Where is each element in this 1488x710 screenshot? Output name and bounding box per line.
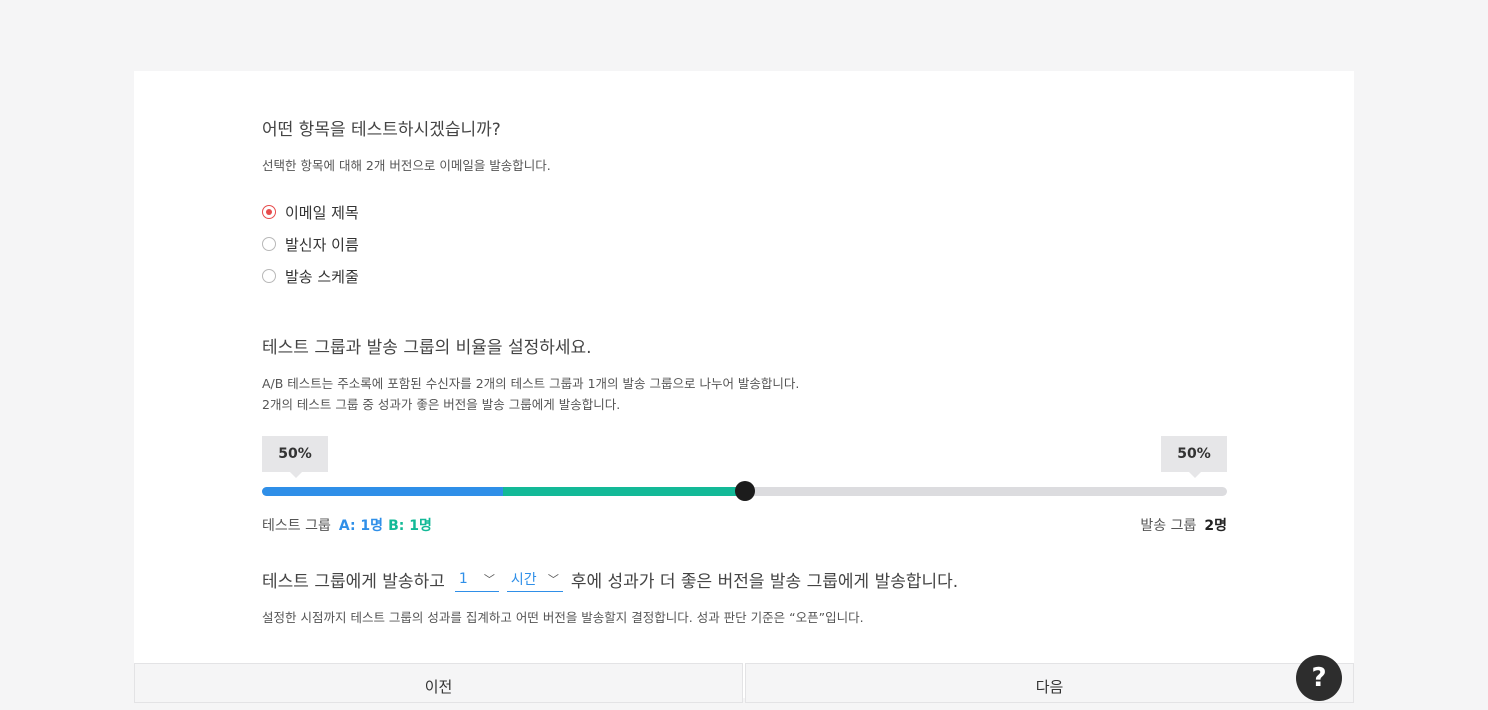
duration-unit-select[interactable]: 시간 ﹀ <box>506 567 563 592</box>
radio-option-email-subject[interactable]: 이메일 제목 <box>262 202 359 222</box>
test-percent-badge: 50% <box>262 436 328 478</box>
next-button[interactable]: 다음 <box>745 663 1354 703</box>
test-group-a-count: A: 1명 <box>338 518 384 534</box>
radio-option-send-schedule[interactable]: 발송 스케줄 <box>262 266 359 286</box>
help-button[interactable]: ? <box>1296 655 1342 701</box>
chevron-down-icon: ﹀ <box>547 573 559 586</box>
ratio-question: 테스트 그룹과 발송 그룹의 비율을 설정하세요. <box>262 338 592 358</box>
duration-unit-value: 시간 <box>510 572 537 588</box>
radio-label: 이메일 제목 <box>285 203 359 222</box>
duration-amount-value: 1 <box>458 571 468 587</box>
schedule-note: 설정한 시점까지 테스트 그룹의 성과를 집계하고 어떤 버전을 발송할지 결정… <box>262 610 864 625</box>
test-group-b-count: B: 1명 <box>388 518 432 534</box>
ratio-description-line2: 2개의 테스트 그룹 중 성과가 좋은 버전을 발송 그룹에게 발송합니다. <box>262 397 621 412</box>
send-group-summary: 발송 그룹 2명 <box>1140 515 1227 535</box>
send-group-count: 2명 <box>1204 518 1227 534</box>
radio-option-sender-name[interactable]: 발신자 이름 <box>262 234 359 254</box>
test-group-label: 테스트 그룹 <box>262 518 331 534</box>
radio-button[interactable] <box>262 269 276 283</box>
ratio-description-line1: A/B 테스트는 주소록에 포함된 수신자를 2개의 테스트 그룹과 1개의 발… <box>262 376 800 391</box>
chevron-down-icon: ﹀ <box>483 573 495 586</box>
schedule-prefix: 테스트 그룹에게 발송하고 <box>262 572 445 592</box>
send-percent-badge: 50% <box>1161 436 1227 478</box>
group-b-fill <box>503 487 745 496</box>
send-schedule-sentence: 테스트 그룹에게 발송하고 1 ﹀ 시간 ﹀ 후에 성과가 더 좋은 버전을 발… <box>262 567 958 592</box>
group-a-fill <box>262 487 504 496</box>
radio-button[interactable] <box>262 237 276 251</box>
test-group-summary: 테스트 그룹 A: 1명 B: 1명 <box>262 515 432 535</box>
ab-test-settings-card: 어떤 항목을 테스트하시겠습니까? 선택한 항목에 대해 2개 버전으로 이메일… <box>134 71 1354 698</box>
radio-button-checked[interactable] <box>262 205 276 219</box>
send-group-label: 발송 그룹 <box>1140 518 1197 534</box>
radio-label: 발신자 이름 <box>285 235 359 254</box>
duration-amount-select[interactable]: 1 ﹀ <box>454 567 499 592</box>
test-item-description: 선택한 항목에 대해 2개 버전으로 이메일을 발송합니다. <box>262 158 551 173</box>
test-item-question: 어떤 항목을 테스트하시겠습니까? <box>262 120 501 140</box>
prev-button[interactable]: 이전 <box>134 663 743 703</box>
schedule-suffix: 후에 성과가 더 좋은 버전을 발송 그룹에게 발송합니다. <box>570 572 959 592</box>
ratio-slider-handle[interactable] <box>734 481 755 501</box>
radio-label: 발송 스케줄 <box>285 267 359 286</box>
